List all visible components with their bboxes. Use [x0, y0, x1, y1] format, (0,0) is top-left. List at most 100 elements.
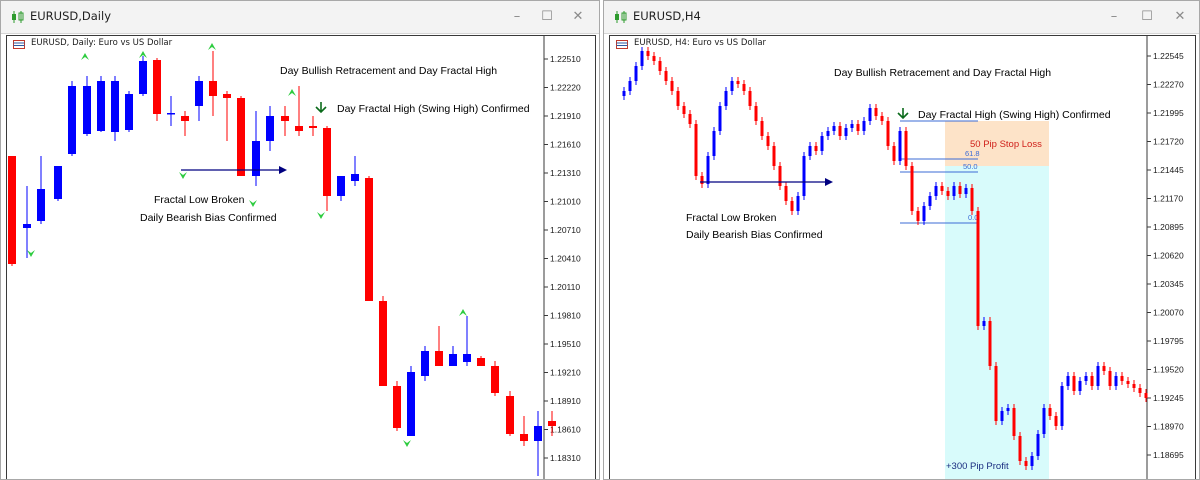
bear-candle	[988, 321, 992, 366]
bull-candle	[1042, 408, 1046, 434]
bull-candle	[640, 51, 644, 66]
fractal-up-icon	[81, 53, 89, 60]
profit-zone	[945, 166, 1049, 479]
price-axis-label: 1.18970	[1153, 422, 1184, 432]
bull-candle	[982, 321, 986, 326]
bull-candle	[922, 206, 926, 221]
bear-candle	[379, 301, 387, 386]
bull-candle	[1096, 366, 1100, 386]
chart-window-h4[interactable]: EURUSD,H4 – ☐ ✕ EURUSD, H4: Euro vs US D…	[603, 0, 1200, 480]
price-axis-label: 1.21310	[550, 168, 581, 178]
price-axis-label: 1.20110	[550, 282, 580, 292]
price-axis-label: 1.20410	[550, 254, 581, 264]
bear-candle	[766, 136, 770, 146]
bull-candle	[820, 136, 824, 151]
bull-candle	[195, 81, 203, 106]
bear-candle	[506, 396, 514, 434]
chart-annotation: Daily Bearish Bias Confirmed	[686, 229, 823, 241]
bull-candle	[634, 66, 638, 81]
price-axis-label: 1.21910	[550, 111, 581, 121]
bull-candle	[712, 131, 716, 156]
bull-candle	[266, 116, 274, 141]
bull-candle	[1084, 376, 1088, 381]
bear-candle	[1090, 376, 1094, 386]
bull-candle	[1030, 456, 1034, 466]
price-axis-label: 1.22545	[1153, 51, 1184, 61]
bear-candle	[736, 81, 740, 84]
bear-candle	[994, 366, 998, 421]
maximize-button[interactable]: ☐	[1137, 9, 1157, 25]
fib-level-label: 50.0	[963, 162, 978, 171]
bull-candle	[826, 131, 830, 136]
bear-candle	[323, 128, 331, 196]
price-axis-label: 1.22510	[550, 54, 581, 64]
bull-candle	[23, 224, 31, 228]
bear-candle	[181, 116, 189, 121]
bear-candle	[1108, 371, 1112, 386]
bull-candle	[730, 81, 734, 91]
bull-candle	[964, 188, 968, 194]
chart-annotation: Daily Bearish Bias Confirmed	[140, 212, 277, 224]
bull-candle	[1060, 386, 1064, 426]
close-button[interactable]: ✕	[1170, 9, 1190, 25]
bear-candle	[477, 358, 485, 366]
chart-canvas[interactable]: EURUSD, Daily: Euro vs US Dollar 1.22510…	[6, 35, 596, 479]
bull-candle	[1078, 381, 1082, 391]
price-chart[interactable]: 1.22510 1.22220 1.21910 1.21610 1.21310 1.210…	[7, 36, 599, 480]
bull-candle	[421, 351, 429, 376]
fractal-down-icon	[317, 212, 325, 219]
bear-candle	[365, 178, 373, 301]
price-chart[interactable]: 1.22545 1.22270 1.21995 1.21720 1.21445 1.211…	[610, 36, 1199, 480]
chart-candles-icon	[615, 11, 627, 23]
stop-loss-label: 50 Pip Stop Loss	[970, 139, 1042, 150]
arrow-down-icon	[315, 102, 327, 114]
bear-candle	[491, 366, 499, 393]
bear-candle	[1012, 408, 1016, 436]
bear-candle	[778, 166, 782, 186]
price-axis-label: 1.21445	[1153, 165, 1184, 175]
bull-candle	[337, 176, 345, 196]
price-axis-label: 1.19245	[1153, 393, 1184, 403]
bear-candle	[940, 186, 944, 191]
arrow-down-icon	[897, 108, 909, 120]
window-titlebar[interactable]: EURUSD,Daily – ☐ ✕	[1, 1, 599, 34]
arrow-right-icon	[279, 166, 287, 174]
bear-candle	[237, 98, 245, 176]
bear-candle	[652, 56, 656, 61]
price-axis-label: 1.18310	[550, 453, 581, 463]
bull-candle	[622, 91, 626, 96]
bear-candle	[1138, 388, 1142, 393]
price-axis-label: 1.19520	[1153, 365, 1184, 375]
bear-candle	[393, 386, 401, 428]
chart-window-daily[interactable]: EURUSD,Daily – ☐ ✕ EURUSD, Daily: Euro v…	[0, 0, 600, 480]
price-axis-label: 1.21995	[1153, 108, 1184, 118]
bear-candle	[970, 188, 974, 211]
bull-candle	[125, 94, 133, 130]
minimize-button[interactable]: –	[1104, 9, 1124, 25]
chart-canvas[interactable]: EURUSD, H4: Euro vs US Dollar 1.22545 1.2…	[609, 35, 1196, 479]
bear-candle	[548, 421, 556, 426]
minimize-button[interactable]: –	[507, 9, 527, 25]
bull-candle	[83, 86, 91, 134]
bear-candle	[880, 116, 884, 121]
close-button[interactable]: ✕	[568, 9, 588, 25]
bear-candle	[754, 106, 758, 121]
bull-candle	[802, 156, 806, 196]
bear-candle	[892, 146, 896, 161]
chart-annotation: Day Bullish Retracement and Day Fractal …	[834, 67, 1051, 79]
bull-candle	[868, 108, 872, 121]
bear-candle	[435, 351, 443, 366]
price-axis-label: 1.19210	[550, 368, 581, 378]
bull-candle	[898, 131, 902, 161]
price-axis-label: 1.20620	[1153, 251, 1184, 261]
fractal-up-icon	[288, 89, 296, 96]
bull-candle	[850, 124, 854, 128]
bear-candle	[1024, 461, 1028, 466]
bear-candle	[1054, 416, 1058, 426]
window-titlebar[interactable]: EURUSD,H4 – ☐ ✕	[604, 1, 1199, 34]
bear-candle	[694, 124, 698, 176]
fractal-down-icon	[403, 440, 411, 447]
chart-annotation: Fractal Low Broken	[686, 212, 777, 224]
bear-candle	[700, 176, 704, 184]
maximize-button[interactable]: ☐	[537, 9, 557, 25]
